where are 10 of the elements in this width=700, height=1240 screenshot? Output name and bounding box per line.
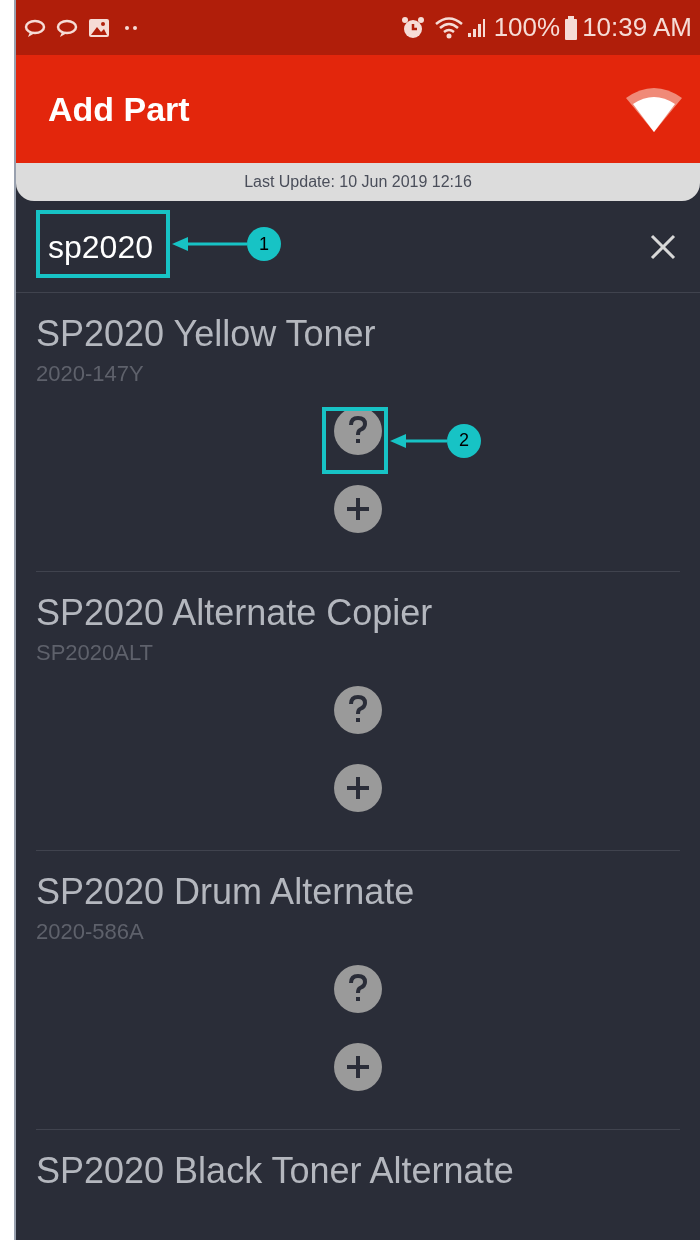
- part-name: SP2020 Yellow Toner: [36, 313, 377, 355]
- part-name: SP2020 Alternate Copier: [36, 592, 434, 634]
- battery-percent: 100%: [493, 11, 561, 44]
- callout-badge: 1: [247, 227, 281, 261]
- callout-badge: 2: [447, 423, 481, 458]
- part-name: SP2020 Drum Alternate: [36, 871, 416, 913]
- status-time: 10:39 AM: [582, 11, 692, 44]
- part-name: SP2020 Black Toner Alternate: [36, 1150, 515, 1192]
- last-update-text: Last Update: 10 Jun 2019 12:16: [244, 172, 472, 192]
- screen-title: Add Part: [48, 88, 191, 130]
